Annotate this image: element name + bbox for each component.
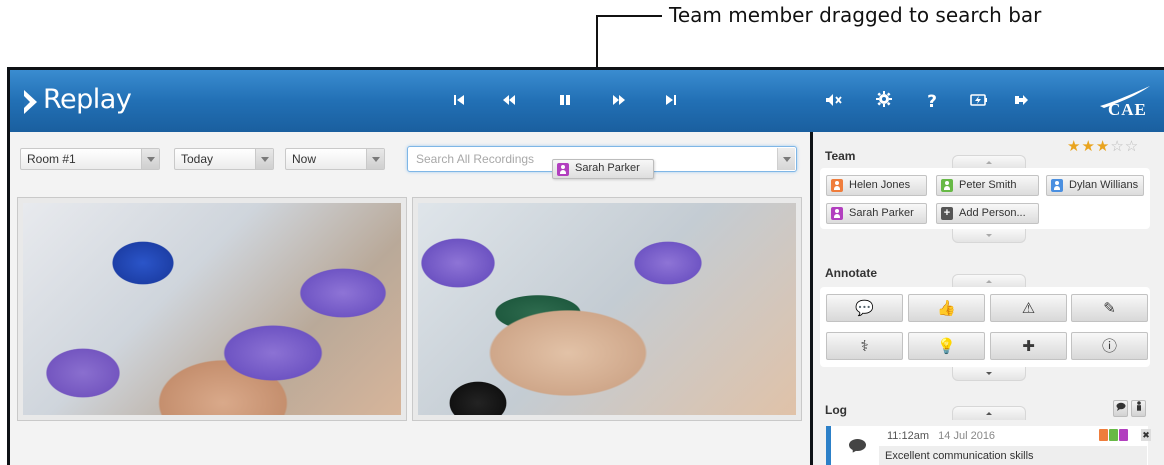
app-title: Replay	[43, 84, 132, 115]
help-button[interactable]: ?	[920, 91, 944, 113]
add-person-button[interactable]: + Add Person...	[936, 203, 1039, 224]
comment-icon	[849, 439, 866, 451]
annotate-comment-button[interactable]: 💬	[826, 294, 903, 322]
dragged-team-member-chip[interactable]: Sarah Parker	[552, 159, 654, 179]
person-icon	[557, 163, 569, 176]
time-select-value: Now	[292, 152, 317, 166]
person-icon	[1136, 401, 1141, 411]
date-select-value: Today	[181, 152, 214, 166]
annotate-title: Annotate	[825, 266, 877, 280]
person-icon	[941, 179, 953, 192]
chevron-down-icon	[141, 149, 159, 169]
log-tag-person	[1099, 429, 1108, 441]
rating-stars[interactable]: ★★★☆☆	[1067, 137, 1139, 155]
team-title: Team	[825, 149, 856, 163]
fast-forward-button[interactable]	[607, 91, 631, 113]
chevron-down-icon[interactable]	[777, 148, 795, 170]
team-member-name: Helen Jones	[849, 179, 911, 191]
stethoscope-icon: ⚕	[860, 337, 869, 355]
settings-button[interactable]	[872, 91, 896, 113]
syringe-icon: ✎	[1103, 299, 1116, 317]
chevron-down-icon	[255, 149, 273, 169]
log-person-filter-button[interactable]	[1131, 400, 1146, 417]
video-feed-2[interactable]	[412, 197, 802, 421]
star-empty-icon[interactable]: ☆☆	[1110, 137, 1139, 155]
warning-icon: ⚠	[1021, 299, 1036, 317]
team-member-dylan-willians[interactable]: Dylan Willians	[1046, 175, 1144, 196]
lightbulb-icon: 💡	[937, 337, 956, 355]
time-select[interactable]: Now	[285, 148, 385, 170]
annotate-syringe-button[interactable]: ✎	[1071, 294, 1148, 322]
person-icon	[831, 179, 843, 192]
video-frame-cpr	[23, 203, 401, 415]
video-feed-1[interactable]	[17, 197, 407, 421]
close-icon[interactable]: ✖	[1141, 429, 1151, 441]
callout-text: Team member dragged to search bar	[669, 3, 1042, 27]
annotate-lightbulb-button[interactable]: 💡	[908, 332, 985, 360]
main-panel: Room #1 Today Now Search All Recordings	[10, 132, 810, 465]
chevron-down-icon	[366, 149, 384, 169]
log-entry-text: Excellent communication skills	[879, 446, 1147, 465]
logout-icon	[1015, 95, 1028, 105]
star-filled-icon[interactable]: ★★★	[1067, 137, 1110, 155]
mute-button[interactable]	[822, 91, 846, 113]
log-collapse-handle[interactable]	[952, 406, 1026, 420]
callout-line	[596, 15, 662, 17]
date-select[interactable]: Today	[174, 148, 274, 170]
annotate-thumbs-up-button[interactable]: 👍	[908, 294, 985, 322]
team-collapse-handle[interactable]	[952, 155, 1026, 169]
search-placeholder: Search All Recordings	[416, 152, 535, 166]
team-member-peter-smith[interactable]: Peter Smith	[936, 175, 1039, 196]
mute-icon	[826, 94, 842, 106]
thumbs-up-icon: 👍	[937, 299, 956, 317]
comment-icon: 💬	[855, 299, 874, 317]
annotate-warning-button[interactable]: ⚠	[990, 294, 1067, 322]
log-title: Log	[825, 403, 847, 417]
battery-icon	[970, 94, 987, 106]
rewind-button[interactable]	[497, 91, 521, 113]
skip-forward-icon	[666, 95, 676, 105]
info-icon: ⓘ	[1101, 337, 1117, 355]
cae-brand-text: CAE	[1108, 100, 1147, 119]
room-select-value: Room #1	[27, 152, 76, 166]
replay-logo-icon	[24, 90, 37, 114]
log-entry-timestamp: 11:12am 14 Jul 2016	[887, 430, 996, 442]
log-entry[interactable]: 11:12am 14 Jul 2016 ✖ Excellent communic…	[826, 426, 1151, 465]
team-member-name: Dylan Willians	[1069, 179, 1139, 191]
annotate-expand-handle[interactable]	[952, 367, 1026, 381]
team-member-name: Sarah Parker	[849, 207, 914, 219]
plus-icon: +	[941, 207, 953, 220]
log-tag-person	[1109, 429, 1118, 441]
annotate-stethoscope-button[interactable]: ⚕	[826, 332, 903, 360]
skip-forward-button[interactable]	[659, 91, 683, 113]
team-expand-handle[interactable]	[952, 229, 1026, 243]
video-frame-airway	[418, 203, 796, 415]
annotate-info-button[interactable]: ⓘ	[1071, 332, 1148, 360]
top-toolbar: Replay ? CAE	[10, 70, 1164, 132]
log-comment-filter-button[interactable]	[1113, 400, 1128, 417]
annotate-first-aid-button[interactable]: ✚	[990, 332, 1067, 360]
team-member-sarah-parker[interactable]: Sarah Parker	[826, 203, 927, 224]
room-select[interactable]: Room #1	[20, 148, 160, 170]
first-aid-icon: ✚	[1022, 337, 1035, 355]
dragged-chip-label: Sarah Parker	[575, 162, 640, 174]
log-tag-person	[1119, 429, 1128, 441]
logout-button[interactable]	[1010, 91, 1034, 113]
team-member-name: Peter Smith	[959, 179, 1017, 191]
pause-button[interactable]	[553, 91, 577, 113]
battery-button[interactable]	[967, 91, 991, 113]
person-icon	[1051, 179, 1063, 192]
gear-icon	[876, 91, 892, 107]
comment-icon	[1116, 402, 1125, 411]
team-member-helen-jones[interactable]: Helen Jones	[826, 175, 927, 196]
fast-forward-icon	[613, 95, 625, 105]
person-icon	[831, 207, 843, 220]
skip-back-button[interactable]	[447, 91, 471, 113]
add-person-label: Add Person...	[959, 207, 1026, 219]
rewind-icon	[503, 95, 515, 105]
skip-back-icon	[454, 95, 464, 105]
pause-icon	[560, 95, 570, 105]
annotate-collapse-handle[interactable]	[952, 274, 1026, 288]
